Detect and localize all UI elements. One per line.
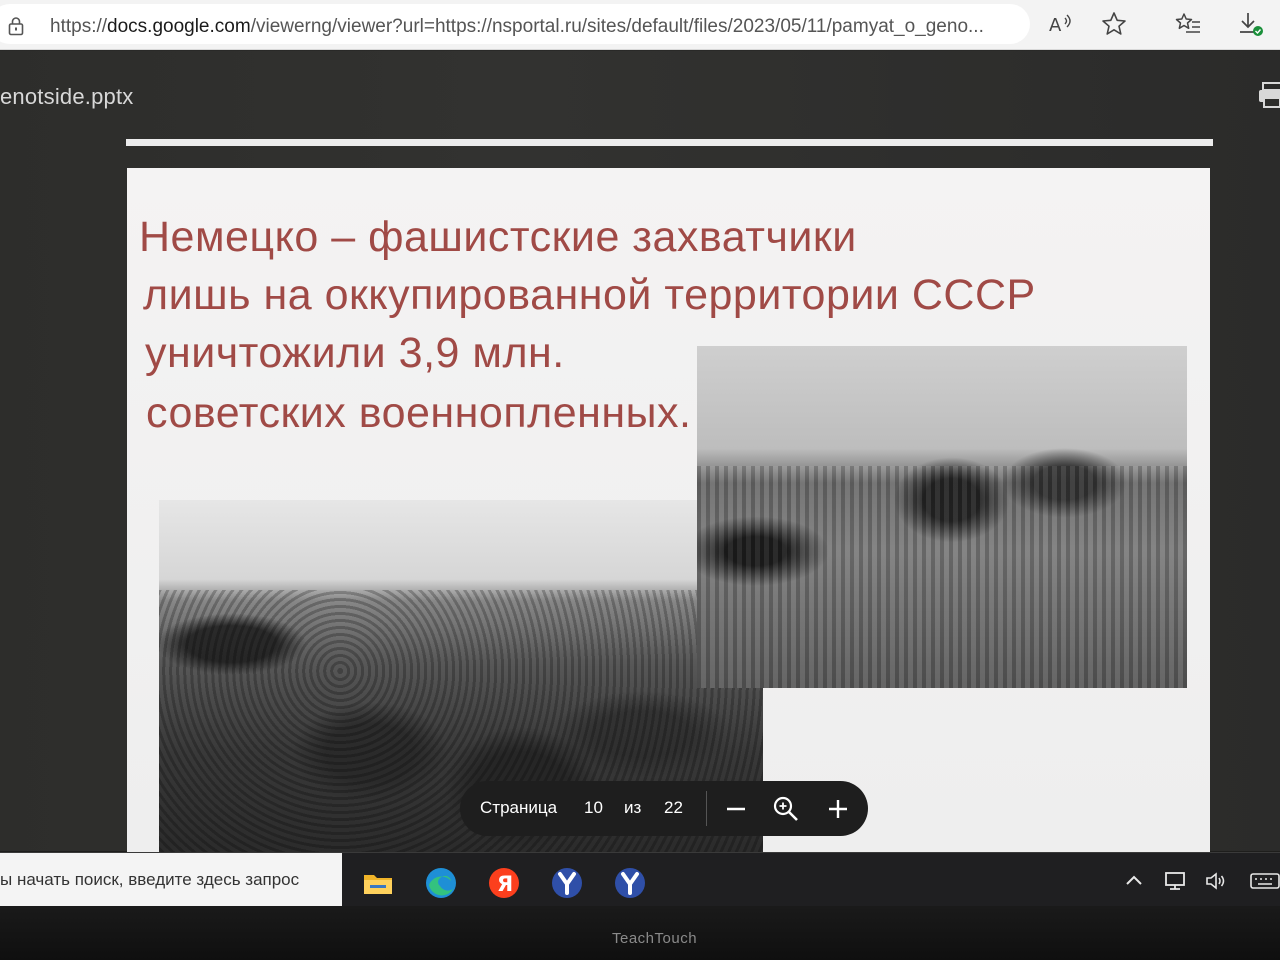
volume-icon[interactable] bbox=[1204, 869, 1228, 893]
url-text[interactable]: https://docs.google.com/viewerng/viewer?… bbox=[50, 16, 1025, 38]
current-page-number[interactable]: 10 bbox=[584, 798, 603, 818]
previous-page-edge bbox=[126, 139, 1213, 146]
print-icon[interactable] bbox=[1256, 80, 1280, 110]
network-icon[interactable] bbox=[1163, 869, 1187, 893]
browser-toolbar: https://docs.google.com/viewerng/viewer?… bbox=[0, 0, 1280, 50]
downloads-icon[interactable] bbox=[1236, 10, 1264, 38]
taskbar-search-box[interactable]: ы начать поиск, введите здесь запрос bbox=[0, 853, 342, 907]
total-pages: 22 bbox=[664, 798, 683, 817]
url-path: /viewerng/viewer?url=https://nsportal.ru… bbox=[250, 16, 984, 37]
windows-taskbar: ы начать поиск, введите здесь запрос Я bbox=[0, 852, 1280, 907]
slide-heading-line: лишь на оккупированной территории СССР bbox=[143, 271, 1036, 319]
lock-icon[interactable] bbox=[8, 16, 24, 36]
monitor-brand-label: TeachTouch bbox=[612, 930, 698, 947]
keyboard-icon[interactable] bbox=[1250, 869, 1280, 893]
page-navigator: Страница 10 из 22 bbox=[460, 781, 868, 836]
read-aloud-icon[interactable]: A bbox=[1046, 10, 1074, 38]
page-label: Страница bbox=[480, 798, 558, 817]
url-prefix: https:// bbox=[50, 16, 108, 37]
address-bar[interactable]: https://docs.google.com/viewerng/viewer?… bbox=[0, 4, 1030, 44]
zoom-in-icon[interactable] bbox=[822, 793, 854, 825]
screen: https://docs.google.com/viewerng/viewer?… bbox=[0, 0, 1280, 960]
svg-text:Я: Я bbox=[497, 872, 513, 896]
favorite-star-icon[interactable] bbox=[1100, 10, 1128, 38]
svg-text:A: A bbox=[1049, 15, 1062, 36]
yandex-browser-icon[interactable] bbox=[610, 863, 650, 903]
taskbar-search-placeholder: ы начать поиск, введите здесь запрос bbox=[0, 870, 300, 889]
url-host: docs.google.com bbox=[107, 16, 251, 37]
yandex-browser-icon[interactable] bbox=[547, 863, 587, 903]
slide-heading-line: уничтожили 3,9 млн. bbox=[145, 329, 565, 377]
file-name: enotside.pptx bbox=[0, 84, 134, 109]
show-hidden-icons-icon[interactable] bbox=[1122, 869, 1146, 893]
slide-heading-line: Немецко – фашистские захватчики bbox=[139, 213, 857, 261]
favorites-list-icon[interactable] bbox=[1174, 10, 1202, 38]
of-label: из bbox=[624, 798, 642, 817]
yandex-icon[interactable]: Я bbox=[484, 863, 524, 903]
slide-page: Немецко – фашистские захватчики лишь на … bbox=[127, 168, 1210, 858]
edge-icon[interactable] bbox=[421, 863, 461, 903]
slide-heading: Немецко – фашистские захватчики лишь на … bbox=[139, 208, 1199, 442]
slide-heading-line: советских военнопленных. bbox=[146, 389, 692, 437]
pager-divider bbox=[706, 791, 707, 826]
file-explorer-icon[interactable] bbox=[358, 863, 398, 903]
zoom-reset-icon[interactable] bbox=[770, 793, 802, 825]
zoom-out-icon[interactable] bbox=[720, 793, 752, 825]
